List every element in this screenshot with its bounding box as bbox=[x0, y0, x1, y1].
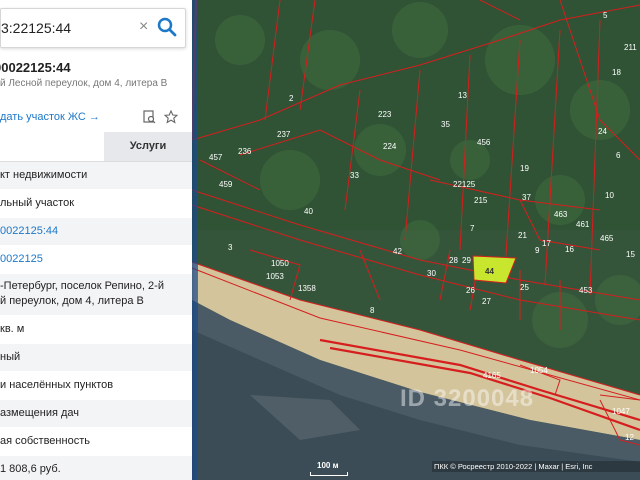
parcel-label-1358[interactable]: 1358 bbox=[298, 284, 316, 293]
info-row: азмещения дач bbox=[0, 400, 192, 427]
parcel-label-29[interactable]: 29 bbox=[462, 256, 471, 265]
parcel-label-21[interactable]: 21 bbox=[518, 231, 527, 240]
info-row: льный участок bbox=[0, 197, 75, 209]
parcel-label-236[interactable]: 236 bbox=[238, 147, 252, 156]
parcel-label-215[interactable]: 215 bbox=[474, 196, 488, 205]
attribution: ПКК © Росреестр 2010-2022 | Maxar | Esri… bbox=[432, 461, 640, 472]
parcel-label-224[interactable]: 224 bbox=[383, 142, 397, 151]
parcel-label-12[interactable]: 12 bbox=[625, 433, 634, 442]
parcel-label-27[interactable]: 27 bbox=[482, 297, 491, 306]
parcel-label-465[interactable]: 465 bbox=[600, 234, 614, 243]
parcel-label-1050[interactable]: 1050 bbox=[271, 259, 289, 268]
parcel-label-25[interactable]: 25 bbox=[520, 283, 529, 292]
info-row-link[interactable]: 0022125:44 bbox=[0, 218, 192, 245]
parcel-label-2[interactable]: 2 bbox=[289, 94, 294, 103]
parcel-label-1047[interactable]: 1047 bbox=[612, 407, 630, 416]
parcel-label-463[interactable]: 463 bbox=[554, 210, 568, 219]
address-line: -Петербург, поселок Репино, 2-й bbox=[0, 280, 164, 292]
parcel-label-1053[interactable]: 1053 bbox=[266, 272, 284, 281]
parcel-label-35[interactable]: 35 bbox=[441, 120, 450, 129]
parcel-label-8[interactable]: 8 bbox=[370, 306, 375, 315]
address-row: -Петербург, поселок Репино, 2-й й переул… bbox=[0, 274, 192, 315]
info-row: ая собственность bbox=[0, 435, 90, 447]
search-input[interactable]: 3:22125:44 bbox=[1, 20, 71, 36]
parcel-label-22125[interactable]: 22125 bbox=[453, 180, 476, 189]
parcel-label-37[interactable]: 37 bbox=[522, 193, 531, 202]
parcel-label-16[interactable]: 16 bbox=[565, 245, 574, 254]
parcel-label-15[interactable]: 15 bbox=[626, 250, 635, 259]
tab-info[interactable] bbox=[0, 132, 104, 161]
info-row: кв. м bbox=[0, 323, 25, 335]
parcel-label-10[interactable]: 10 bbox=[605, 191, 614, 200]
parcel-label-9[interactable]: 9 bbox=[535, 246, 540, 255]
clear-icon[interactable]: × bbox=[139, 18, 148, 36]
parcel-label-453[interactable]: 453 bbox=[579, 286, 593, 295]
info-row: кт недвижимости bbox=[0, 162, 192, 189]
zhs-link[interactable]: дать участок ЖС → bbox=[0, 111, 100, 123]
parcel-label-18[interactable]: 18 bbox=[612, 68, 621, 77]
panel-resize-handle[interactable] bbox=[192, 0, 198, 480]
parcel-label-17[interactable]: 17 bbox=[542, 239, 551, 248]
parcel-label-457[interactable]: 457 bbox=[209, 153, 223, 162]
parcel-label-211[interactable]: 211 bbox=[624, 43, 637, 52]
parcel-label-4165[interactable]: 4165 bbox=[483, 371, 501, 380]
parcel-label-19[interactable]: 19 bbox=[520, 164, 529, 173]
parcel-label-24[interactable]: 24 bbox=[598, 127, 607, 136]
parcel-label-3[interactable]: 3 bbox=[228, 243, 233, 252]
parcel-label-40[interactable]: 40 bbox=[304, 207, 313, 216]
search-icon[interactable] bbox=[155, 15, 179, 39]
object-subtitle: й Лесной переулок, дом 4, литера В bbox=[0, 78, 168, 89]
info-row: и населённых пунктов bbox=[0, 379, 114, 391]
parcel-label-461[interactable]: 461 bbox=[576, 220, 590, 229]
parcel-label-28[interactable]: 28 bbox=[449, 256, 458, 265]
parcel-label-44[interactable]: 44 bbox=[485, 267, 494, 276]
info-row: ный bbox=[0, 344, 192, 371]
parcel-label-33[interactable]: 33 bbox=[350, 171, 359, 180]
star-icon[interactable] bbox=[164, 110, 178, 124]
parcel-label-30[interactable]: 30 bbox=[427, 269, 436, 278]
watermark: ID 3200048 bbox=[400, 385, 535, 412]
object-title: 00022125:44 bbox=[0, 60, 71, 75]
address-line: й переулок, дом 4, литера В bbox=[0, 295, 144, 307]
info-row-link[interactable]: 0022125 bbox=[0, 246, 192, 273]
search-bar[interactable]: 3:22125:44 × bbox=[0, 8, 186, 48]
scale-label: 100 м bbox=[317, 461, 339, 470]
parcel-label-5[interactable]: 5 bbox=[603, 11, 608, 20]
tabs: Услуги bbox=[0, 132, 192, 162]
info-panel: 3:22125:44 × 00022125:44 й Лесной переул… bbox=[0, 0, 192, 480]
parcel-label-7[interactable]: 7 bbox=[470, 224, 475, 233]
parcel-label-456[interactable]: 456 bbox=[477, 138, 491, 147]
parcel-label-1054[interactable]: 1054 bbox=[530, 366, 548, 375]
info-row: 1 808,6 руб. bbox=[0, 456, 192, 480]
parcel-label-6[interactable]: 6 bbox=[616, 151, 621, 160]
scale-bar bbox=[310, 472, 348, 476]
tab-services[interactable]: Услуги bbox=[104, 132, 192, 161]
parcel-label-26[interactable]: 26 bbox=[466, 286, 475, 295]
parcel-label-223[interactable]: 223 bbox=[378, 110, 392, 119]
parcel-label-13[interactable]: 13 bbox=[458, 91, 467, 100]
measure-icon[interactable] bbox=[142, 110, 156, 124]
parcel-label-459[interactable]: 459 bbox=[219, 180, 233, 189]
parcel-label-42[interactable]: 42 bbox=[393, 247, 402, 256]
parcel-label-237[interactable]: 237 bbox=[277, 130, 291, 139]
